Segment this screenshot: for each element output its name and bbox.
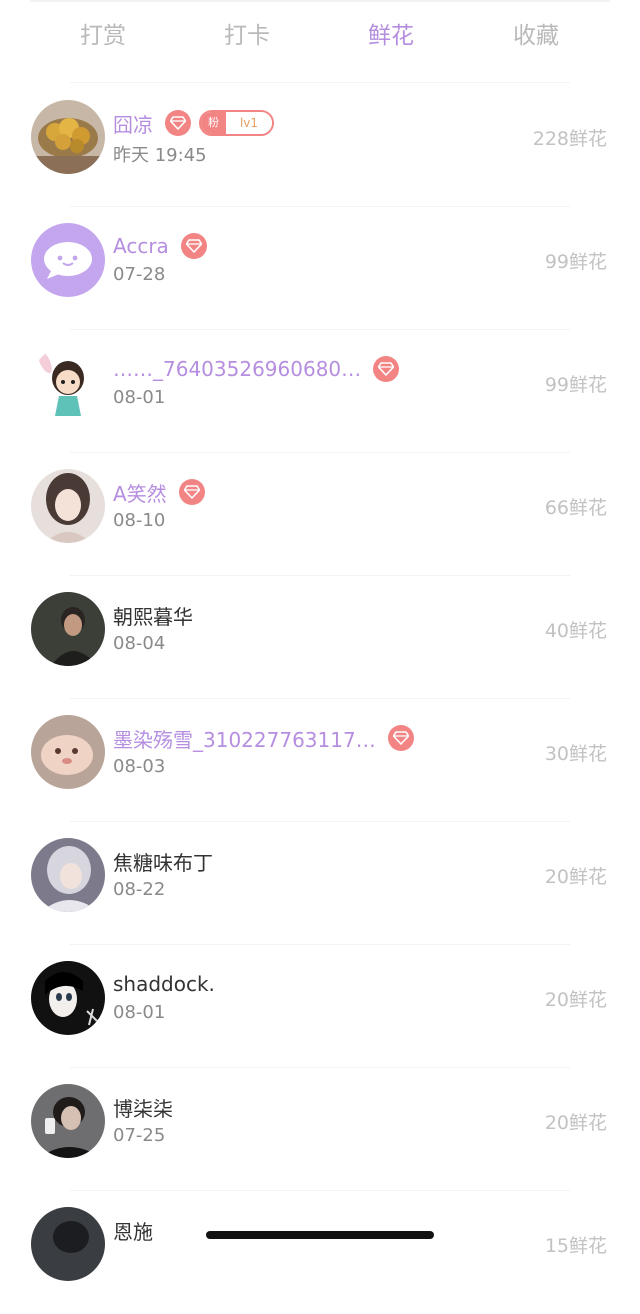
- diamond-icon: [165, 110, 191, 136]
- username: Accra: [113, 234, 169, 258]
- tab-favorites[interactable]: 收藏: [476, 16, 596, 50]
- username: 朝熙暮华: [113, 604, 193, 629]
- list-item[interactable]: 恩施 15鲜花: [0, 1191, 640, 1314]
- home-indicator[interactable]: [206, 1231, 434, 1239]
- timestamp: 08-22: [113, 879, 166, 900]
- flower-amount: 228鲜花: [532, 128, 607, 150]
- timestamp: 07-28: [113, 264, 166, 285]
- top-divider: [30, 0, 610, 2]
- flower-amount: 15鲜花: [544, 1235, 607, 1257]
- username: 焦糖味布丁: [113, 850, 213, 875]
- flower-amount: 20鲜花: [544, 866, 607, 888]
- avatar[interactable]: [31, 1207, 105, 1281]
- timestamp: 08-01: [113, 1002, 166, 1023]
- avatar[interactable]: [31, 715, 105, 789]
- timestamp: 昨天 19:45: [113, 145, 207, 166]
- username: 博柒柒: [113, 1096, 173, 1121]
- flower-amount: 30鲜花: [544, 743, 607, 765]
- fan-level-badge: 粉 lv1: [199, 110, 274, 136]
- avatar[interactable]: [31, 961, 105, 1035]
- avatar[interactable]: [31, 469, 105, 543]
- timestamp: 08-04: [113, 633, 166, 654]
- header-divider: [70, 82, 570, 83]
- tab-bar: 打赏 打卡 鲜花 收藏: [0, 0, 640, 70]
- username: 恩施: [113, 1219, 153, 1244]
- list-item[interactable]: A笑然 08-10 66鲜花: [0, 453, 640, 576]
- avatar[interactable]: [31, 838, 105, 912]
- flower-amount: 20鲜花: [544, 1112, 607, 1134]
- diamond-icon: [373, 356, 400, 382]
- diamond-icon: [180, 233, 207, 259]
- username: A笑然: [113, 481, 167, 506]
- flower-amount: 99鲜花: [544, 374, 607, 396]
- flower-amount: 66鲜花: [544, 497, 607, 519]
- avatar[interactable]: [31, 100, 105, 174]
- diamond-icon: [387, 725, 414, 751]
- timestamp: 07-25: [113, 1125, 166, 1146]
- timestamp: 08-03: [113, 756, 166, 777]
- flower-amount: 20鲜花: [544, 989, 607, 1011]
- timestamp: 08-01: [113, 387, 166, 408]
- fan-label: 粉: [201, 112, 226, 134]
- username: 墨染殇雪_310227763117…: [113, 727, 376, 752]
- list-item[interactable]: 朝熙暮华 08-04 40鲜花: [0, 576, 640, 699]
- avatar[interactable]: [31, 592, 105, 666]
- list-item[interactable]: 博柒柒 07-25 20鲜花: [0, 1068, 640, 1191]
- tab-flowers[interactable]: 鲜花: [331, 16, 451, 50]
- avatar[interactable]: [31, 346, 105, 420]
- avatar[interactable]: [31, 1084, 105, 1158]
- timestamp: 08-10: [113, 510, 166, 531]
- tab-checkin[interactable]: 打卡: [187, 16, 307, 50]
- username: 囧凉: [113, 112, 153, 137]
- fan-level: lv1: [226, 112, 272, 134]
- flower-amount: 40鲜花: [544, 620, 607, 642]
- list-item[interactable]: 焦糖味布丁 08-22 20鲜花: [0, 822, 640, 945]
- list-item[interactable]: shaddock. 08-01 20鲜花: [0, 945, 640, 1068]
- username: ……_76403526960680…: [113, 357, 362, 381]
- flower-amount: 99鲜花: [544, 251, 607, 273]
- avatar[interactable]: [31, 223, 105, 297]
- diamond-icon: [178, 479, 205, 505]
- list-item[interactable]: ……_76403526960680… 08-01 99鲜花: [0, 330, 640, 453]
- list-item[interactable]: 囧凉 粉 lv1 昨天 19:45 228鲜花: [0, 84, 640, 207]
- flower-list: 囧凉 粉 lv1 昨天 19:45 228鲜花 Accra 07-28 99鲜花…: [0, 84, 640, 1314]
- tab-reward[interactable]: 打赏: [43, 16, 163, 50]
- username: shaddock.: [113, 972, 215, 996]
- list-item[interactable]: 墨染殇雪_310227763117… 08-03 30鲜花: [0, 699, 640, 822]
- list-item[interactable]: Accra 07-28 99鲜花: [0, 207, 640, 330]
